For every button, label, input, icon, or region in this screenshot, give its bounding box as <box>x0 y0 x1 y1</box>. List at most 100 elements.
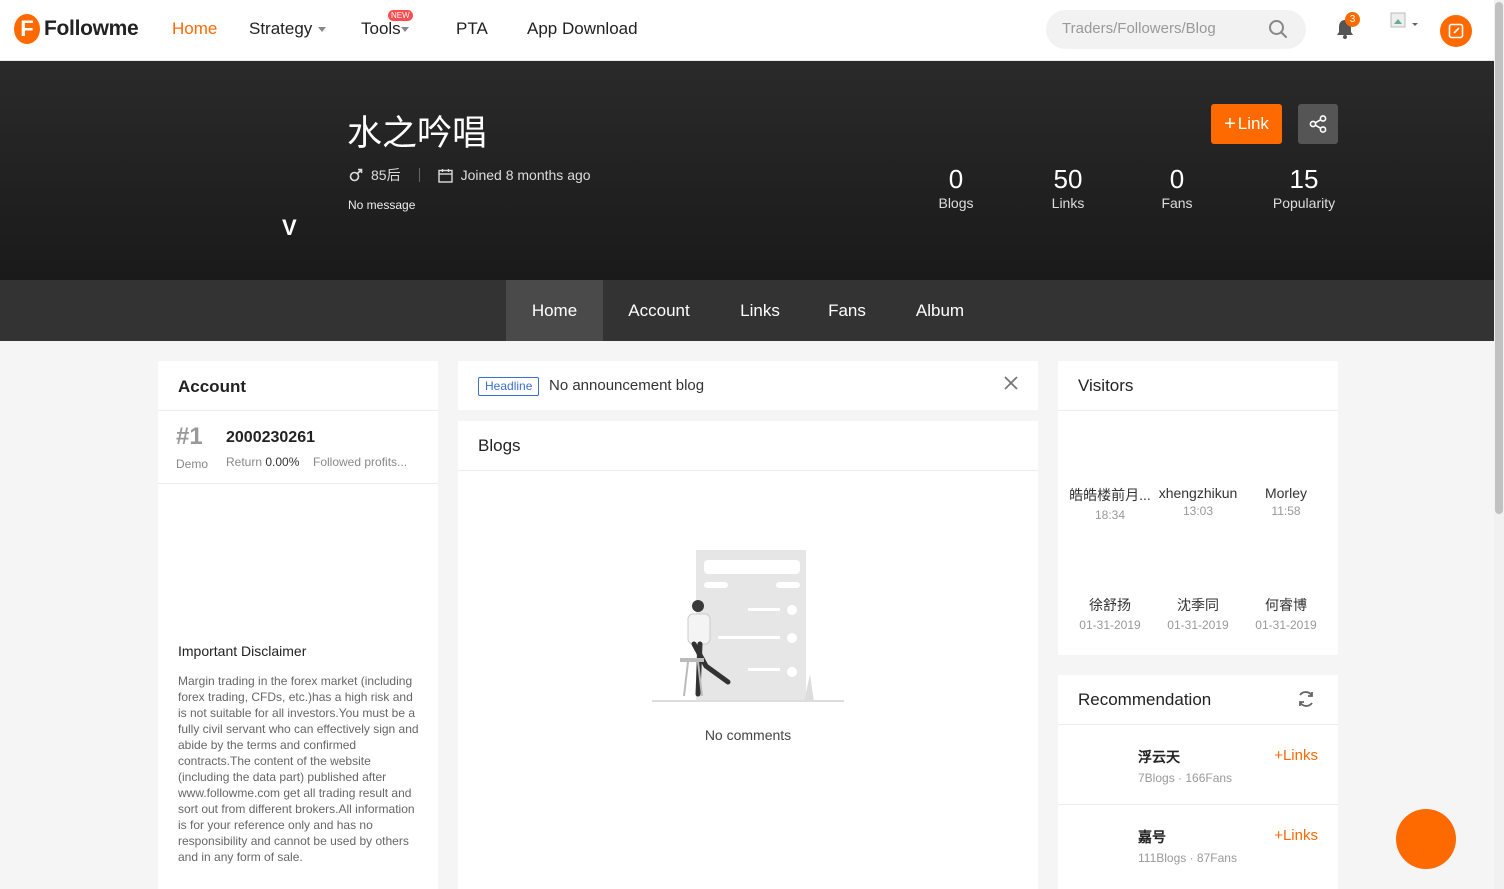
floating-action-button[interactable] <box>1396 809 1456 869</box>
tab-album[interactable]: Album <box>900 280 980 341</box>
blogs-card: Blogs No comments <box>458 421 1038 889</box>
page-scrollbar[interactable] <box>1494 0 1504 889</box>
user-avatar-dropdown[interactable] <box>1390 12 1420 36</box>
visitor-name: 沈季同 <box>1177 597 1219 613</box>
visitor-name: 徐舒扬 <box>1089 597 1131 613</box>
follow-link-label: Links <box>1282 827 1318 844</box>
logo-icon: F <box>14 14 40 44</box>
chevron-down-icon <box>318 26 327 32</box>
follow-link-button[interactable]: +Links <box>1274 747 1318 764</box>
account-number: 2000230261 <box>226 429 315 446</box>
profile-meta: 85后 Joined 8 months ago <box>349 165 591 185</box>
link-button-label: Link <box>1237 114 1269 133</box>
visitor-item[interactable]: xhengzhikun 13:03 <box>1154 485 1242 518</box>
account-followed-profits: Followed profits... <box>313 455 408 469</box>
nav-strategy[interactable]: Strategy <box>249 19 327 39</box>
visitor-time: 01-31-2019 <box>1079 618 1141 632</box>
meta-divider <box>418 168 420 182</box>
nav-home[interactable]: Home <box>172 19 217 39</box>
tab-fans[interactable]: Fans <box>812 280 882 341</box>
top-navbar: F Followme Home Strategy Tools NEW PTA A… <box>0 0 1494 61</box>
search-icon[interactable] <box>1268 19 1288 39</box>
stat-popularity[interactable]: 15 Popularity <box>1264 163 1344 211</box>
stat-fans[interactable]: 0 Fans <box>1147 163 1207 211</box>
recommendation-item[interactable]: 浮云天 7Blogs · 166Fans +Links <box>1058 725 1338 805</box>
logo-text: Followme <box>44 17 139 40</box>
plus-icon: + <box>1274 747 1283 764</box>
visitor-time: 01-31-2019 <box>1255 618 1317 632</box>
chevron-down-icon <box>400 26 409 32</box>
headline-tag: Headline <box>478 377 540 396</box>
profile-tabs: Home Account Links Fans Album <box>0 280 1494 341</box>
visitor-item[interactable]: 皓皓楼前月... 18:34 <box>1066 485 1154 522</box>
visitor-item[interactable]: 徐舒扬 01-31-2019 <box>1066 595 1154 632</box>
visitor-item[interactable]: 沈季同 01-31-2019 <box>1154 595 1242 632</box>
male-icon <box>349 168 363 182</box>
account-row[interactable]: #1 Demo 2000230261 Return 0.00% Followed… <box>158 411 438 483</box>
recommended-user-meta: 7Blogs · 166Fans <box>1138 771 1233 785</box>
recommendation-card: Recommendation 浮云天 7Blogs · 166Fans +Lin… <box>1058 675 1338 889</box>
plus-icon: + <box>1274 827 1283 844</box>
stat-value: 15 <box>1289 164 1319 194</box>
scrollbar-thumb[interactable] <box>1495 2 1503 514</box>
stat-links[interactable]: 50 Links <box>1038 163 1098 211</box>
age-tag: 85后 <box>371 167 401 183</box>
account-type: Demo <box>176 457 209 471</box>
follow-link-button[interactable]: +Links <box>1274 827 1318 844</box>
visitor-time: 01-31-2019 <box>1167 618 1229 632</box>
visitor-name: 何睿博 <box>1265 597 1307 613</box>
visitor-time: 18:34 <box>1094 508 1126 522</box>
profile-message: No message <box>348 198 416 212</box>
recommended-user-name: 浮云天 <box>1138 749 1180 765</box>
calendar-icon <box>437 168 453 183</box>
joined-date: Joined 8 months ago <box>460 167 591 183</box>
stat-value: 0 <box>1169 164 1185 194</box>
disclaimer-text: Margin trading in the forex market (incl… <box>178 674 419 864</box>
nav-app-download[interactable]: App Download <box>527 19 638 39</box>
account-card: Account #1 Demo 2000230261 Return 0.00% … <box>158 361 438 889</box>
account-card-title: Account <box>178 377 246 396</box>
return-label: Return <box>226 455 263 469</box>
recommendation-card-title: Recommendation <box>1078 690 1212 709</box>
stat-blogs[interactable]: 0 Blogs <box>926 163 986 211</box>
recommended-user-meta: 111Blogs · 87Fans <box>1138 851 1237 865</box>
tab-links[interactable]: Links <box>720 280 800 341</box>
visitor-item[interactable]: 何睿博 01-31-2019 <box>1242 595 1330 632</box>
tab-account[interactable]: Account <box>614 280 704 341</box>
nav-tools[interactable]: Tools NEW <box>361 10 413 39</box>
write-post-button[interactable] <box>1440 15 1472 47</box>
announcement-card: Headline No announcement blog <box>458 361 1038 410</box>
share-button[interactable] <box>1298 104 1338 144</box>
new-badge: NEW <box>388 10 413 21</box>
visitor-name: xhengzhikun <box>1158 485 1238 501</box>
stat-value: 50 <box>1053 164 1083 194</box>
visitor-name: 皓皓楼前月... <box>1069 487 1151 503</box>
followme-logo[interactable]: F Followme <box>14 14 139 44</box>
follow-link-label: Links <box>1282 747 1318 764</box>
visitor-item[interactable]: Morley 11:58 <box>1242 485 1330 518</box>
nav-pta[interactable]: PTA <box>456 19 488 39</box>
disclaimer-title: Important Disclaimer <box>178 643 307 659</box>
edit-icon <box>1448 23 1464 39</box>
search-input[interactable] <box>1062 20 1262 37</box>
plus-icon: + <box>1224 112 1236 135</box>
link-button[interactable]: + Link <box>1211 104 1282 144</box>
visitor-name: Morley <box>1264 485 1307 501</box>
return-value: 0.00% <box>265 455 300 469</box>
recommendation-item[interactable]: 嘉号 111Blogs · 87Fans +Links <box>1058 805 1338 885</box>
empty-state-text: No comments <box>704 727 792 743</box>
stat-label: Blogs <box>938 195 974 211</box>
account-return: Return 0.00% <box>226 455 299 469</box>
close-icon[interactable] <box>1004 376 1018 390</box>
refresh-icon[interactable] <box>1296 689 1316 709</box>
verified-badge: V <box>282 215 297 240</box>
tab-home[interactable]: Home <box>506 280 603 341</box>
divider <box>1058 410 1338 411</box>
account-rank: #1 <box>176 423 203 450</box>
share-icon <box>1309 115 1327 133</box>
stat-label: Fans <box>1161 195 1193 211</box>
stat-value: 0 <box>948 164 964 194</box>
visitors-card: Visitors 皓皓楼前月... 18:34 xhengzhikun 13:03 … <box>1058 361 1338 655</box>
notification-count-badge: 3 <box>1345 12 1360 27</box>
divider <box>158 483 438 484</box>
